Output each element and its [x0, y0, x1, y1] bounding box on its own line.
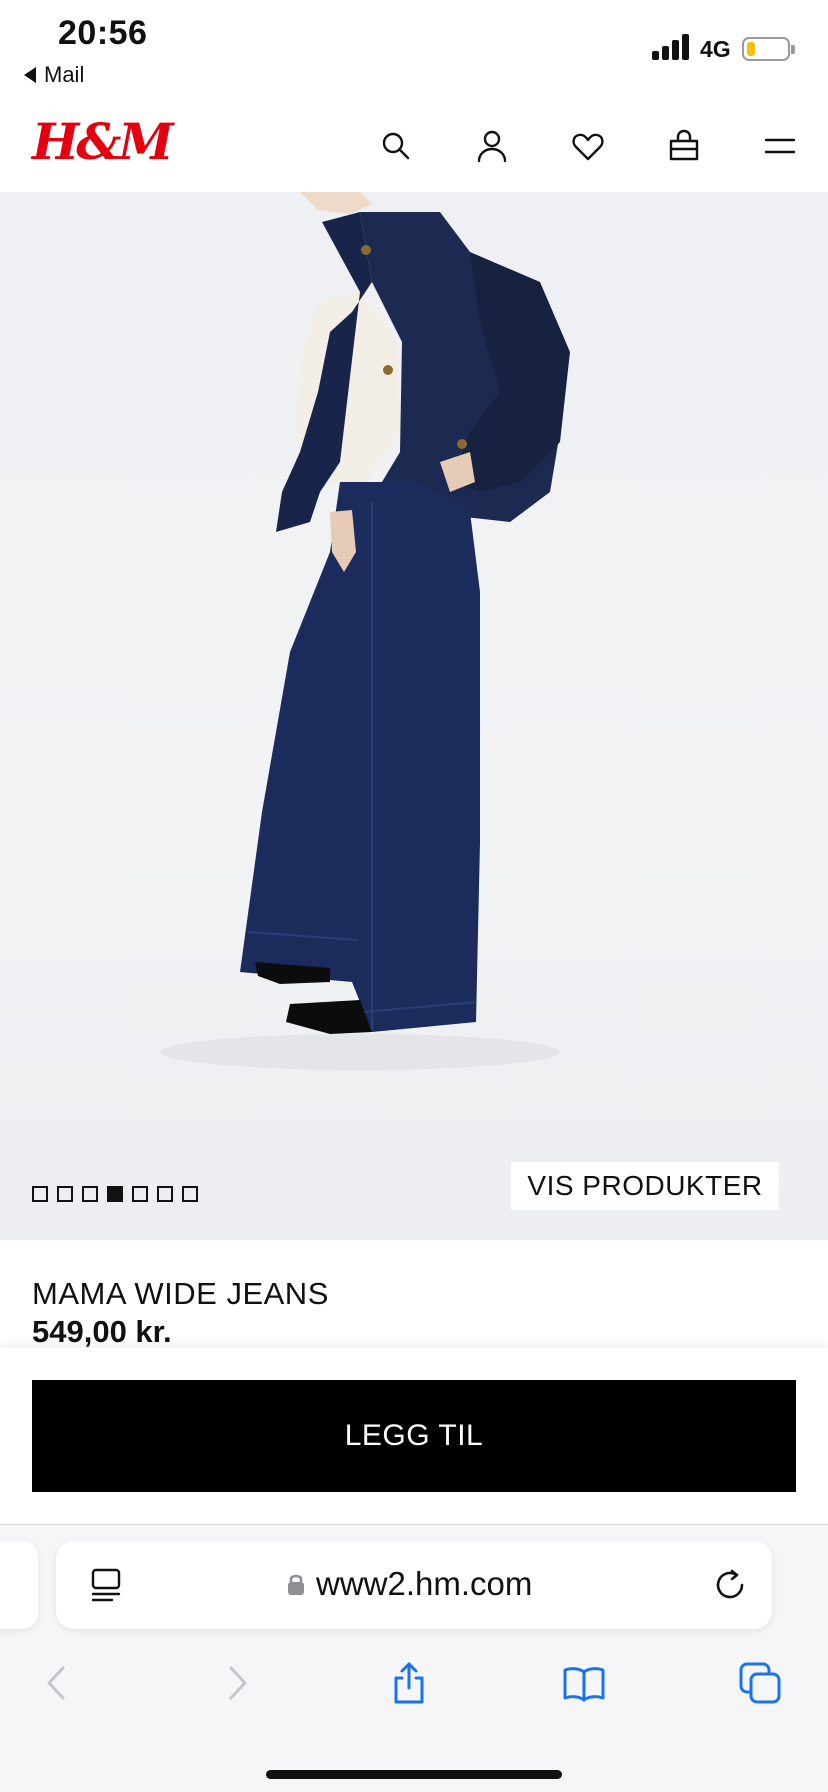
- product-info: MAMA WIDE JEANS 549,00 kr.: [0, 1240, 828, 1348]
- model-photo: [160, 192, 570, 1070]
- reader-mode-icon[interactable]: [90, 1567, 124, 1603]
- bookmarks-icon[interactable]: [556, 1655, 612, 1711]
- url-text: www2.hm.com: [316, 1565, 533, 1602]
- search-icon[interactable]: [372, 122, 420, 170]
- address-bar[interactable]: www2.hm.com: [56, 1541, 772, 1629]
- reload-icon[interactable]: [712, 1567, 748, 1603]
- lock-icon: [288, 1574, 304, 1595]
- url-display[interactable]: www2.hm.com: [286, 1565, 532, 1603]
- status-time: 20:56: [58, 14, 148, 52]
- back-arrow-icon: [24, 67, 36, 83]
- battery-icon: [742, 37, 795, 61]
- pagination-dot[interactable]: [182, 1186, 198, 1202]
- pagination-dot[interactable]: [157, 1186, 173, 1202]
- product-price: 549,00 kr.: [32, 1314, 172, 1348]
- signal-icon: [652, 34, 689, 60]
- battery-level: [747, 42, 755, 56]
- site-header: H&M: [0, 100, 828, 192]
- pagination-dot[interactable]: [82, 1186, 98, 1202]
- pagination-dot[interactable]: [132, 1186, 148, 1202]
- browser-toolbar: www2.hm.com: [0, 1524, 828, 1792]
- back-app-label: Mail: [44, 62, 85, 87]
- pagination-dot[interactable]: [57, 1186, 73, 1202]
- status-bar: 20:56 Mail 4G: [0, 0, 828, 100]
- favorites-icon[interactable]: [564, 122, 612, 170]
- add-to-bag-button[interactable]: LEGG TIL: [32, 1380, 796, 1492]
- vis-produkter-button[interactable]: VIS PRODUKTER: [511, 1162, 779, 1210]
- account-icon[interactable]: [468, 122, 516, 170]
- menu-icon[interactable]: [756, 122, 804, 170]
- tabs-icon[interactable]: [732, 1655, 788, 1711]
- product-name: MAMA WIDE JEANS: [32, 1276, 329, 1311]
- hm-logo[interactable]: H&M: [32, 112, 174, 171]
- pagination-dot[interactable]: [107, 1186, 123, 1202]
- previous-tab-preview[interactable]: [0, 1541, 38, 1629]
- pagination-dot[interactable]: [32, 1186, 48, 1202]
- forward-icon[interactable]: [208, 1655, 264, 1711]
- add-to-bag-bar: LEGG TIL: [0, 1348, 828, 1524]
- image-pagination: [32, 1186, 198, 1202]
- share-icon[interactable]: [381, 1655, 437, 1711]
- network-type: 4G: [700, 36, 731, 62]
- back-to-mail-link[interactable]: Mail: [24, 62, 84, 88]
- back-icon[interactable]: [30, 1655, 86, 1711]
- shopping-bag-icon[interactable]: [660, 122, 708, 170]
- home-indicator[interactable]: [266, 1770, 562, 1779]
- product-image[interactable]: VIS PRODUKTER: [0, 192, 828, 1240]
